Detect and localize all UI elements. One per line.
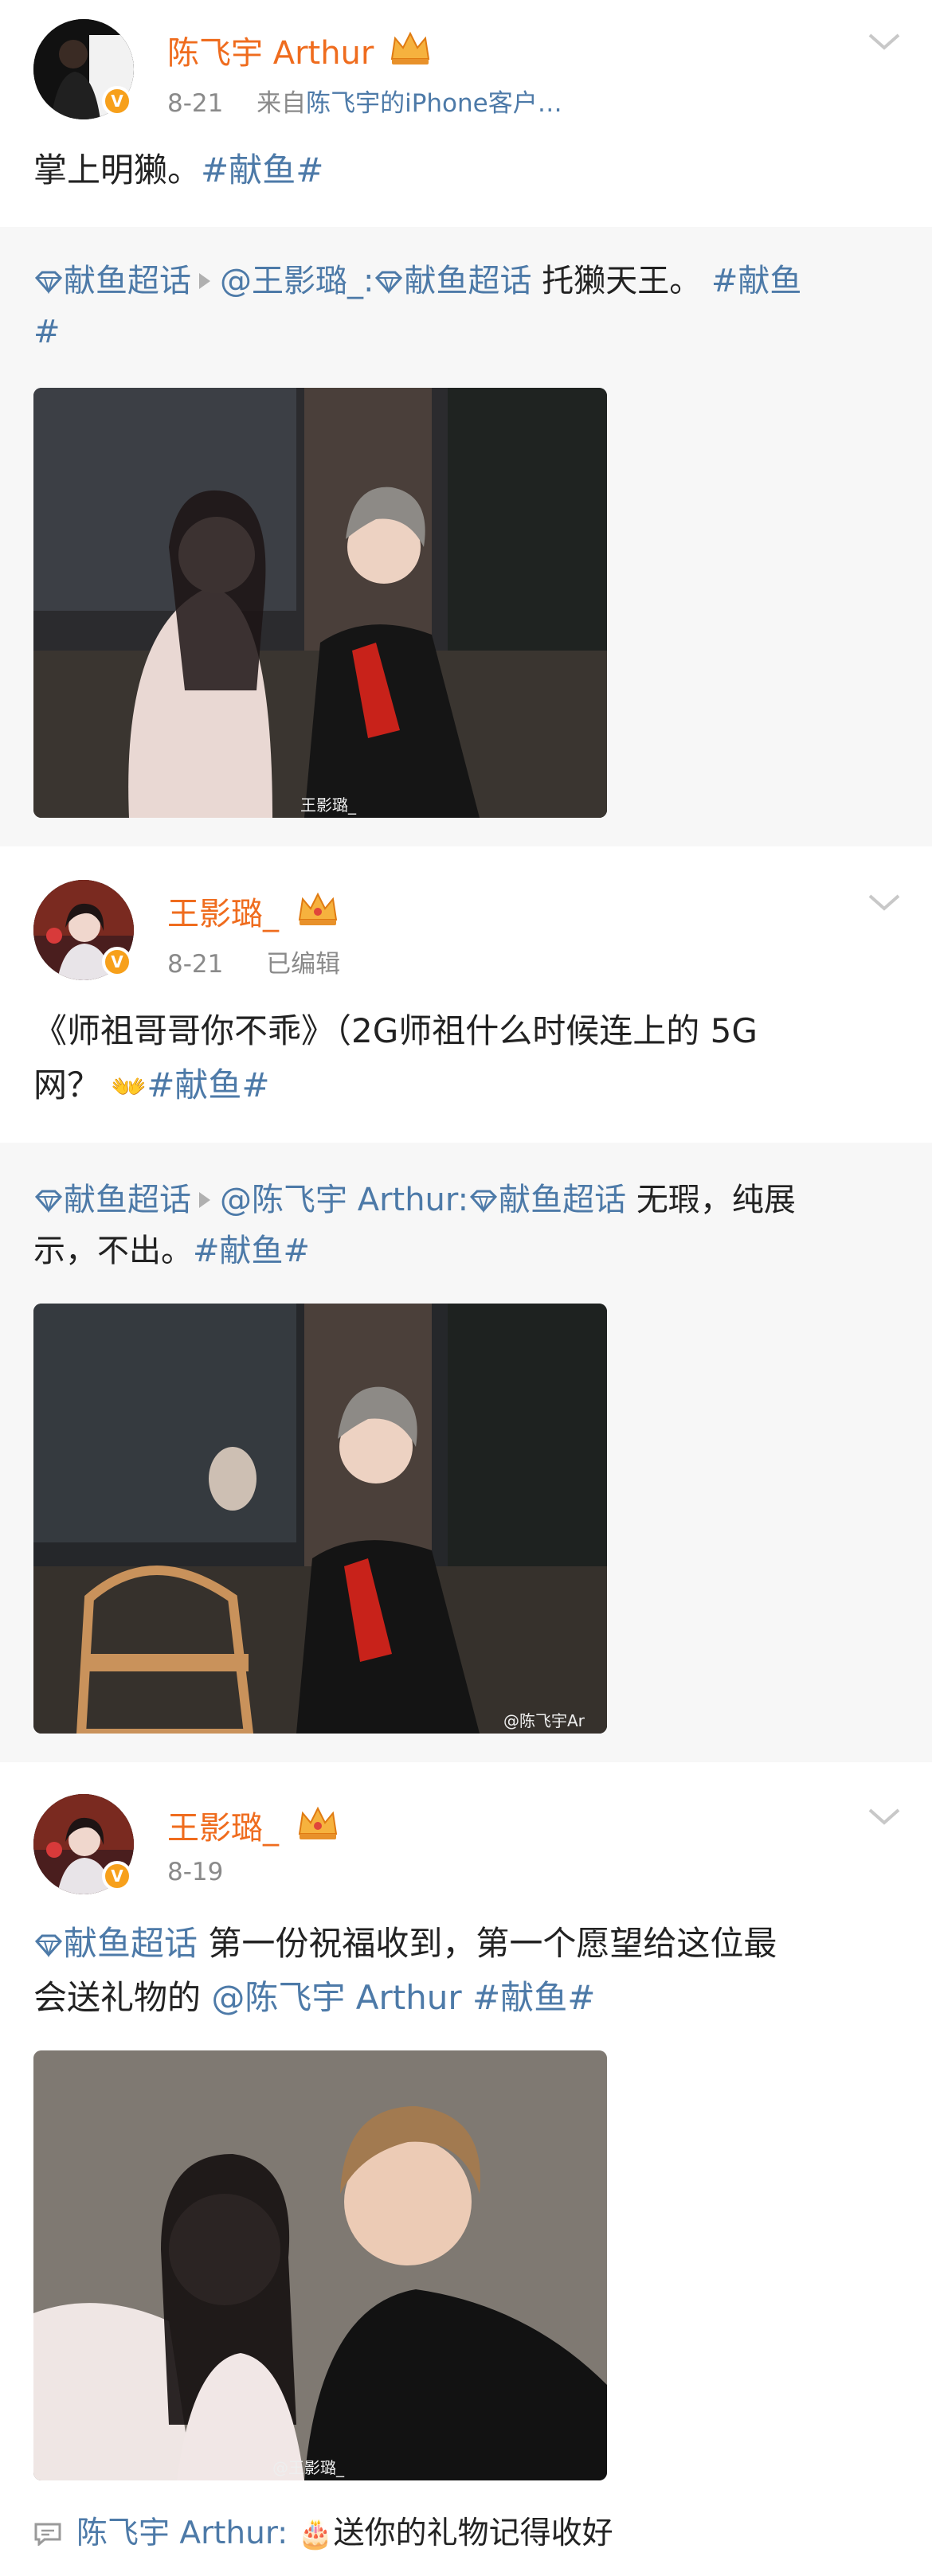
photo-watermark: @王影璐_ [272,2458,344,2477]
verified-badge-icon: V [102,1861,132,1891]
topic-tag[interactable]: #献鱼# [201,150,323,190]
post-card-1: V 陈飞宇 Arthur 8-21 来自陈飞宇的iPhone客户… 掌上明獭。#… [0,0,932,227]
mention-link[interactable]: @陈飞宇 Arthur: [220,1182,468,1218]
edited-label: 已编辑 [266,950,341,979]
arrow-right-icon [199,273,210,289]
post-meta: 8-19 [167,1858,223,1886]
repost-text: 献鱼超话 @陈飞宇 Arthur: 献鱼超话 无瑕，纯展 示，不出。#献鱼# [33,1175,899,1276]
topic-tag-cont[interactable]: # [33,314,61,350]
crown-icon [298,892,338,925]
repost-block-1[interactable]: 献鱼超话 @王影璐_: 献鱼超话 托獭天王。 #献鱼 # 王影璐_ [0,227,932,848]
post-photo[interactable]: @王影璐_ [33,2050,607,2480]
verified-badge-icon: V [102,947,132,977]
topic-tag[interactable]: #献鱼 [711,263,802,299]
chevron-down-icon[interactable] [867,891,902,913]
author-name[interactable]: 陈飞宇 Arthur [167,27,374,73]
chevron-down-icon[interactable] [867,1805,902,1827]
supertopic-link[interactable]: 献鱼超话 [64,1182,191,1218]
post-photo[interactable]: @陈飞宇Ar [33,1304,607,1734]
photo-watermark: @陈飞宇Ar [503,1711,585,1730]
post-card-2: V 王影璐_ 8-21 已编辑 《师祖哥哥你不乖》（2G师祖什么时候连上的 5G… [0,846,932,1143]
hot-comment[interactable]: 陈飞宇 Arthur: 🎂送你的礼物记得收好 [33,2508,613,2553]
topic-tag[interactable]: #献鱼# [147,1065,269,1104]
source-link[interactable]: 陈飞宇的iPhone客户… [306,89,562,118]
post-text-line2: 会送礼物的 [33,1978,212,2017]
post-text: 《师祖哥哥你不乖》（2G师祖什么时候连上的 5G 网？ 👐#献鱼# [33,1004,899,1115]
post-text-plain: 掌上明獭。 [33,150,202,190]
post-text-line1: 《师祖哥哥你不乖》（2G师祖什么时候连上的 5G [33,1011,758,1050]
repost-text-line1: 无瑕，纯展 [626,1182,796,1218]
supertopic-link[interactable]: 献鱼超话 [64,263,191,299]
chevron-down-icon[interactable] [867,30,902,53]
author-name[interactable]: 王影璐_ [167,1802,279,1848]
post-date: 8-21 [167,89,224,118]
post-meta: 8-21 来自陈飞宇的iPhone客户… [167,83,562,119]
comment-icon [34,2523,61,2546]
post-text-line2: 网？ [33,1065,101,1104]
topic-tag[interactable]: #献鱼# [193,1233,310,1269]
mention-link[interactable]: @王影璐_: [220,263,374,299]
supertopic-gem-icon [34,271,63,294]
arrow-right-icon [199,1192,210,1208]
supertopic-link[interactable]: 献鱼超话 [499,1182,626,1218]
crown-icon [298,1806,338,1839]
repost-text: 献鱼超话 @王影璐_: 献鱼超话 托獭天王。 #献鱼 # [33,256,899,358]
supertopic-gem-icon [375,271,403,294]
comment-author[interactable]: 陈飞宇 Arthur: [76,2515,288,2551]
hands-emoji-icon: 👐 [111,1071,147,1104]
supertopic-gem-icon [34,1190,63,1213]
repost-text-plain: 托獭天王。 [531,263,702,299]
post-card-3: V 王影璐_ 8-19 献鱼超话 第一份祝福收到，第一个愿望给这位最 会送礼物的… [0,1762,932,2576]
repost-text-line2: 示，不出。 [33,1233,193,1269]
supertopic-link[interactable]: 献鱼超话 [64,1924,198,1963]
mention-link[interactable]: @陈飞宇 Arthur [211,1978,461,2017]
photo-watermark: 王影璐_ [300,795,356,815]
topic-tag[interactable]: #献鱼# [462,1978,595,2017]
crown-icon [390,31,430,64]
supertopic-gem-icon [34,1934,63,1957]
post-text: 掌上明獭。#献鱼# [33,143,899,197]
post-photo[interactable]: 王影璐_ [33,388,607,818]
comment-text: 送你的礼物记得收好 [333,2515,613,2551]
post-date: 8-21 [167,950,224,979]
cake-emoji-icon: 🎂 [297,2518,334,2551]
post-text: 献鱼超话 第一份祝福收到，第一个愿望给这位最 会送礼物的 @陈飞宇 Arthur… [33,1917,899,2025]
repost-block-2[interactable]: 献鱼超话 @陈飞宇 Arthur: 献鱼超话 无瑕，纯展 示，不出。#献鱼# @陈飞… [0,1143,932,1764]
post-text-line1: 第一份祝福收到，第一个愿望给这位最 [198,1924,777,1963]
supertopic-link[interactable]: 献鱼超话 [404,263,531,299]
source-prefix: 来自 [256,89,307,118]
post-meta: 8-21 已编辑 [167,944,340,979]
post-date: 8-19 [167,1858,224,1886]
supertopic-gem-icon [470,1190,498,1213]
author-name[interactable]: 王影璐_ [167,888,279,934]
verified-badge-icon: V [102,86,132,116]
